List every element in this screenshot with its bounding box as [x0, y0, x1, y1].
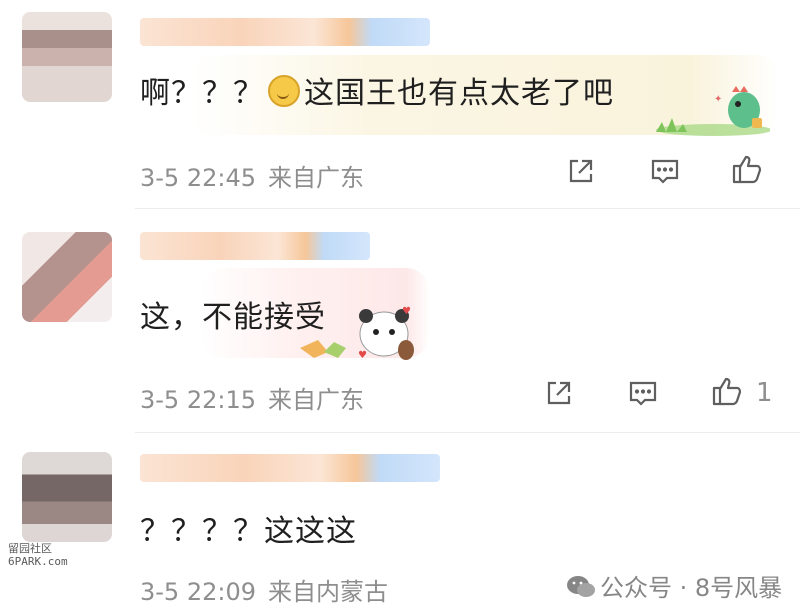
grinning-face-emoji-icon — [268, 75, 300, 107]
share-icon — [569, 159, 593, 183]
comment-meta: 3-5 22:45 来自广东 — [140, 158, 364, 193]
thumbs-up-icon — [712, 377, 742, 406]
share-icon — [547, 381, 571, 405]
avatar[interactable] — [22, 232, 112, 322]
svg-text:♥: ♥ — [358, 350, 367, 361]
watermark-line: 留园社区 — [8, 542, 52, 555]
timestamp: 3-5 22:09 — [140, 578, 256, 606]
avatar[interactable] — [22, 452, 112, 542]
watermark-text: 公众号 · 8号风暴 — [600, 574, 783, 602]
location: 来自内蒙古 — [268, 578, 388, 606]
wechat-icon — [567, 576, 595, 597]
panda-bear-sticker-icon: ♥ ♥ — [300, 306, 414, 361]
comment-text-part: 啊？？？ — [140, 76, 264, 111]
username-blurred[interactable] — [140, 232, 370, 260]
divider — [135, 208, 800, 209]
timestamp: 3-5 22:45 — [140, 164, 256, 192]
share-button[interactable] — [562, 152, 600, 190]
watermark-right: 公众号 · 8号风暴 — [566, 568, 782, 603]
svg-text:♥: ♥ — [402, 306, 411, 317]
svg-text:✦: ✦ — [714, 94, 722, 105]
comment-icon — [651, 159, 679, 184]
watermark-left: 留园社区 6PARK.com — [8, 542, 68, 568]
comment-text: ？？？？这这这 — [140, 506, 357, 550]
username-blurred[interactable] — [140, 454, 440, 482]
watermark-line: 6PARK.com — [8, 555, 68, 568]
divider — [135, 432, 800, 433]
share-button[interactable] — [540, 374, 578, 412]
comment-meta: 3-5 22:09 来自内蒙古 — [140, 572, 388, 607]
comment-button[interactable] — [646, 152, 684, 190]
comment-text-part: 这国王也有点太老了吧 — [304, 76, 614, 111]
location: 来自广东 — [268, 386, 364, 414]
like-button[interactable] — [728, 150, 766, 188]
avatar[interactable] — [22, 12, 112, 102]
like-button[interactable] — [708, 372, 746, 410]
green-dinosaur-sticker-icon: ✦ — [656, 86, 770, 136]
username-blurred[interactable] — [140, 18, 430, 46]
comment-text-part: ？？？？这这这 — [140, 514, 357, 549]
comment-button[interactable] — [624, 374, 662, 412]
timestamp: 3-5 22:15 — [140, 386, 256, 414]
thumbs-up-icon — [732, 155, 762, 184]
comment-icon — [629, 381, 657, 406]
like-count: 1 — [756, 378, 773, 408]
comment-meta: 3-5 22:15 来自广东 — [140, 380, 364, 415]
location: 来自广东 — [268, 164, 364, 192]
comment-text: 啊？？？ 这国王也有点太老了吧 — [140, 68, 614, 112]
